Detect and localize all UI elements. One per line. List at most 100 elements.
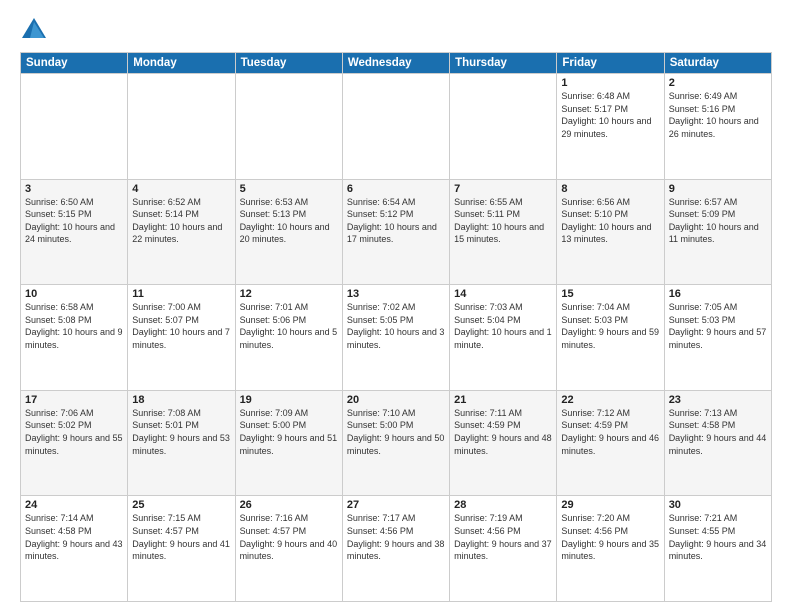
week-row-1: 3Sunrise: 6:50 AM Sunset: 5:15 PM Daylig… — [21, 179, 772, 285]
page: SundayMondayTuesdayWednesdayThursdayFrid… — [0, 0, 792, 612]
day-cell: 8Sunrise: 6:56 AM Sunset: 5:10 PM Daylig… — [557, 179, 664, 285]
calendar-body: 1Sunrise: 6:48 AM Sunset: 5:17 PM Daylig… — [21, 74, 772, 602]
weekday-tuesday: Tuesday — [235, 53, 342, 74]
day-number: 24 — [25, 499, 123, 511]
day-info: Sunrise: 7:08 AM Sunset: 5:01 PM Dayligh… — [132, 407, 230, 457]
day-info: Sunrise: 7:17 AM Sunset: 4:56 PM Dayligh… — [347, 512, 445, 562]
day-cell — [342, 74, 449, 180]
day-cell: 4Sunrise: 6:52 AM Sunset: 5:14 PM Daylig… — [128, 179, 235, 285]
week-row-2: 10Sunrise: 6:58 AM Sunset: 5:08 PM Dayli… — [21, 285, 772, 391]
day-number: 5 — [240, 183, 338, 195]
day-info: Sunrise: 6:52 AM Sunset: 5:14 PM Dayligh… — [132, 196, 230, 246]
day-cell: 14Sunrise: 7:03 AM Sunset: 5:04 PM Dayli… — [450, 285, 557, 391]
day-cell: 2Sunrise: 6:49 AM Sunset: 5:16 PM Daylig… — [664, 74, 771, 180]
day-number: 9 — [669, 183, 767, 195]
day-cell: 11Sunrise: 7:00 AM Sunset: 5:07 PM Dayli… — [128, 285, 235, 391]
day-number: 7 — [454, 183, 552, 195]
day-number: 2 — [669, 77, 767, 89]
day-cell: 1Sunrise: 6:48 AM Sunset: 5:17 PM Daylig… — [557, 74, 664, 180]
day-info: Sunrise: 7:04 AM Sunset: 5:03 PM Dayligh… — [561, 301, 659, 351]
week-row-0: 1Sunrise: 6:48 AM Sunset: 5:17 PM Daylig… — [21, 74, 772, 180]
day-info: Sunrise: 6:56 AM Sunset: 5:10 PM Dayligh… — [561, 196, 659, 246]
day-number: 26 — [240, 499, 338, 511]
day-number: 10 — [25, 288, 123, 300]
day-cell: 24Sunrise: 7:14 AM Sunset: 4:58 PM Dayli… — [21, 496, 128, 602]
day-cell: 5Sunrise: 6:53 AM Sunset: 5:13 PM Daylig… — [235, 179, 342, 285]
day-number: 28 — [454, 499, 552, 511]
day-info: Sunrise: 7:00 AM Sunset: 5:07 PM Dayligh… — [132, 301, 230, 351]
day-cell: 21Sunrise: 7:11 AM Sunset: 4:59 PM Dayli… — [450, 390, 557, 496]
week-row-4: 24Sunrise: 7:14 AM Sunset: 4:58 PM Dayli… — [21, 496, 772, 602]
day-cell — [21, 74, 128, 180]
day-number: 15 — [561, 288, 659, 300]
day-info: Sunrise: 6:49 AM Sunset: 5:16 PM Dayligh… — [669, 90, 767, 140]
day-number: 1 — [561, 77, 659, 89]
day-info: Sunrise: 7:06 AM Sunset: 5:02 PM Dayligh… — [25, 407, 123, 457]
day-info: Sunrise: 7:03 AM Sunset: 5:04 PM Dayligh… — [454, 301, 552, 351]
weekday-saturday: Saturday — [664, 53, 771, 74]
day-cell: 27Sunrise: 7:17 AM Sunset: 4:56 PM Dayli… — [342, 496, 449, 602]
weekday-thursday: Thursday — [450, 53, 557, 74]
weekday-friday: Friday — [557, 53, 664, 74]
day-number: 20 — [347, 394, 445, 406]
day-info: Sunrise: 7:21 AM Sunset: 4:55 PM Dayligh… — [669, 512, 767, 562]
day-info: Sunrise: 6:50 AM Sunset: 5:15 PM Dayligh… — [25, 196, 123, 246]
day-number: 4 — [132, 183, 230, 195]
day-info: Sunrise: 6:54 AM Sunset: 5:12 PM Dayligh… — [347, 196, 445, 246]
day-info: Sunrise: 7:02 AM Sunset: 5:05 PM Dayligh… — [347, 301, 445, 351]
day-number: 6 — [347, 183, 445, 195]
day-cell: 12Sunrise: 7:01 AM Sunset: 5:06 PM Dayli… — [235, 285, 342, 391]
day-info: Sunrise: 7:01 AM Sunset: 5:06 PM Dayligh… — [240, 301, 338, 351]
day-cell: 23Sunrise: 7:13 AM Sunset: 4:58 PM Dayli… — [664, 390, 771, 496]
day-info: Sunrise: 6:57 AM Sunset: 5:09 PM Dayligh… — [669, 196, 767, 246]
logo-icon — [20, 16, 48, 44]
weekday-row: SundayMondayTuesdayWednesdayThursdayFrid… — [21, 53, 772, 74]
day-cell: 19Sunrise: 7:09 AM Sunset: 5:00 PM Dayli… — [235, 390, 342, 496]
day-info: Sunrise: 7:11 AM Sunset: 4:59 PM Dayligh… — [454, 407, 552, 457]
day-cell: 10Sunrise: 6:58 AM Sunset: 5:08 PM Dayli… — [21, 285, 128, 391]
weekday-wednesday: Wednesday — [342, 53, 449, 74]
header — [20, 16, 772, 44]
day-cell — [128, 74, 235, 180]
day-cell: 3Sunrise: 6:50 AM Sunset: 5:15 PM Daylig… — [21, 179, 128, 285]
day-number: 18 — [132, 394, 230, 406]
day-info: Sunrise: 7:05 AM Sunset: 5:03 PM Dayligh… — [669, 301, 767, 351]
day-cell — [235, 74, 342, 180]
day-number: 23 — [669, 394, 767, 406]
day-number: 3 — [25, 183, 123, 195]
day-cell: 13Sunrise: 7:02 AM Sunset: 5:05 PM Dayli… — [342, 285, 449, 391]
day-number: 14 — [454, 288, 552, 300]
weekday-sunday: Sunday — [21, 53, 128, 74]
day-info: Sunrise: 7:09 AM Sunset: 5:00 PM Dayligh… — [240, 407, 338, 457]
day-number: 16 — [669, 288, 767, 300]
day-cell: 17Sunrise: 7:06 AM Sunset: 5:02 PM Dayli… — [21, 390, 128, 496]
calendar: SundayMondayTuesdayWednesdayThursdayFrid… — [20, 52, 772, 602]
week-row-3: 17Sunrise: 7:06 AM Sunset: 5:02 PM Dayli… — [21, 390, 772, 496]
day-cell: 26Sunrise: 7:16 AM Sunset: 4:57 PM Dayli… — [235, 496, 342, 602]
day-cell — [450, 74, 557, 180]
day-info: Sunrise: 7:19 AM Sunset: 4:56 PM Dayligh… — [454, 512, 552, 562]
day-number: 17 — [25, 394, 123, 406]
day-number: 12 — [240, 288, 338, 300]
day-info: Sunrise: 6:48 AM Sunset: 5:17 PM Dayligh… — [561, 90, 659, 140]
day-info: Sunrise: 7:13 AM Sunset: 4:58 PM Dayligh… — [669, 407, 767, 457]
day-number: 11 — [132, 288, 230, 300]
day-info: Sunrise: 7:20 AM Sunset: 4:56 PM Dayligh… — [561, 512, 659, 562]
day-number: 19 — [240, 394, 338, 406]
day-cell: 15Sunrise: 7:04 AM Sunset: 5:03 PM Dayli… — [557, 285, 664, 391]
day-cell: 30Sunrise: 7:21 AM Sunset: 4:55 PM Dayli… — [664, 496, 771, 602]
day-info: Sunrise: 7:12 AM Sunset: 4:59 PM Dayligh… — [561, 407, 659, 457]
day-info: Sunrise: 7:10 AM Sunset: 5:00 PM Dayligh… — [347, 407, 445, 457]
day-cell: 6Sunrise: 6:54 AM Sunset: 5:12 PM Daylig… — [342, 179, 449, 285]
day-number: 27 — [347, 499, 445, 511]
logo — [20, 16, 52, 44]
day-info: Sunrise: 6:58 AM Sunset: 5:08 PM Dayligh… — [25, 301, 123, 351]
day-cell: 25Sunrise: 7:15 AM Sunset: 4:57 PM Dayli… — [128, 496, 235, 602]
day-info: Sunrise: 7:16 AM Sunset: 4:57 PM Dayligh… — [240, 512, 338, 562]
day-info: Sunrise: 7:14 AM Sunset: 4:58 PM Dayligh… — [25, 512, 123, 562]
weekday-monday: Monday — [128, 53, 235, 74]
calendar-header: SundayMondayTuesdayWednesdayThursdayFrid… — [21, 53, 772, 74]
day-cell: 29Sunrise: 7:20 AM Sunset: 4:56 PM Dayli… — [557, 496, 664, 602]
day-cell: 16Sunrise: 7:05 AM Sunset: 5:03 PM Dayli… — [664, 285, 771, 391]
day-number: 29 — [561, 499, 659, 511]
